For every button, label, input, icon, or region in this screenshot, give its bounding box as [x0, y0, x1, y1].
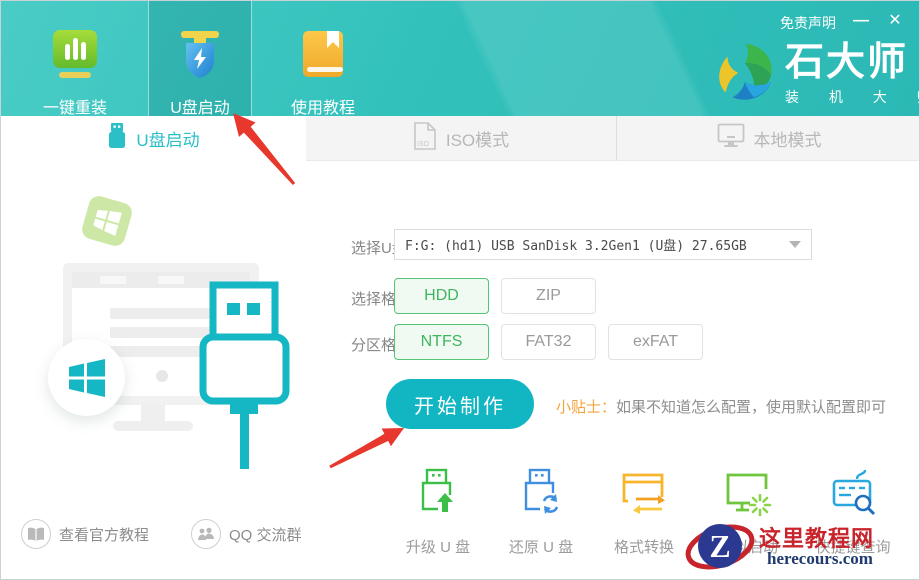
windows-flag-icon	[67, 358, 107, 398]
usb-drive-value: F:G: (hd1) USB SanDisk 3.2Gen1 (U盘) 27.6…	[405, 235, 789, 254]
svg-text:Z: Z	[709, 528, 730, 564]
usb-drive-select[interactable]: F:G: (hd1) USB SanDisk 3.2Gen1 (U盘) 27.6…	[394, 229, 812, 260]
monitor-icon	[717, 123, 745, 154]
mode-tab-label: ISO模式	[446, 126, 509, 151]
mode-tab-bar: U盘启动 ISO ISO模式 本地模式	[1, 116, 920, 161]
brand-subtitle: 装 机 大 师	[785, 87, 920, 107]
watermark-domain: herecours.com	[767, 549, 873, 569]
windows-logo-badge	[48, 339, 125, 416]
reinstall-icon	[49, 28, 101, 85]
partition-option-ntfs[interactable]: NTFS	[394, 324, 489, 360]
usb-shield-icon	[174, 28, 226, 85]
tab-one-click-reinstall[interactable]: 一键重装	[25, 1, 125, 116]
mode-tab-usb-boot[interactable]: U盘启动	[1, 116, 306, 161]
tab-tutorial[interactable]: 使用教程	[273, 1, 373, 116]
tab-usb-boot[interactable]: U盘启动	[148, 1, 252, 116]
tutorial-book-icon	[21, 519, 51, 549]
people-icon	[191, 519, 221, 549]
book-icon	[297, 28, 349, 85]
monitor-stand	[141, 405, 165, 421]
watermark-logo: Z	[685, 517, 755, 580]
format-option-hdd[interactable]: HDD	[394, 278, 489, 314]
tab-label: 使用教程	[291, 94, 355, 118]
site-watermark: Z 这里教程网 herecours.com	[667, 515, 917, 577]
feature-label: 还原 U 盘	[509, 536, 573, 557]
format-convert-icon	[618, 467, 670, 524]
partition-option-exfat[interactable]: exFAT	[608, 324, 703, 360]
feature-label: 升级 U 盘	[406, 536, 470, 557]
usb-plug-illustration	[199, 281, 291, 476]
feature-upgrade-usb[interactable]: 升级 U 盘	[386, 467, 490, 557]
mode-tab-local[interactable]: 本地模式	[616, 116, 920, 161]
qq-group-label: QQ 交流群	[229, 524, 302, 545]
mode-tab-iso[interactable]: ISO ISO模式	[306, 116, 616, 161]
start-make-button[interactable]: 开始制作	[386, 379, 534, 429]
usb-upgrade-icon	[412, 467, 464, 524]
arrow-to-start-button	[329, 428, 404, 468]
usb-stick-icon	[107, 123, 127, 154]
tab-label: U盘启动	[170, 94, 230, 118]
tutorial-label: 查看官方教程	[59, 524, 149, 545]
iso-file-icon: ISO	[413, 122, 437, 155]
title-bar: 一键重装 U盘启动	[1, 1, 920, 116]
official-tutorial-link[interactable]: 查看官方教程	[21, 519, 149, 549]
brand-logo: 石大师 装 机 大 师	[713, 41, 920, 108]
format-option-zip[interactable]: ZIP	[501, 278, 596, 314]
mode-tab-label: 本地模式	[754, 126, 822, 151]
svg-text:ISO: ISO	[417, 141, 430, 148]
feature-restore-usb[interactable]: 还原 U 盘	[489, 467, 593, 557]
tip-text: 小贴士：如果不知道怎么配置，使用默认配置即可	[556, 396, 886, 417]
mode-tab-label: U盘启动	[136, 126, 199, 151]
brand-name: 石大师	[785, 42, 920, 84]
partition-option-fat32[interactable]: FAT32	[501, 324, 596, 360]
tab-label: 一键重装	[43, 94, 107, 118]
chevron-down-icon	[789, 241, 801, 248]
minimize-button[interactable]: —	[848, 9, 874, 33]
app-window: 一键重装 U盘启动	[0, 0, 920, 580]
qq-group-link[interactable]: QQ 交流群	[191, 519, 302, 549]
usb-restore-icon	[515, 467, 567, 524]
disclaimer-link[interactable]: 免责声明	[780, 13, 836, 33]
windows-tile-decoration	[80, 194, 134, 248]
feature-label: 格式转换	[614, 536, 674, 557]
brand-swirl-icon	[713, 41, 775, 108]
close-button[interactable]: ✕	[882, 9, 908, 33]
monitor-base	[113, 421, 193, 431]
tip-prefix: 小贴士：	[556, 399, 616, 416]
